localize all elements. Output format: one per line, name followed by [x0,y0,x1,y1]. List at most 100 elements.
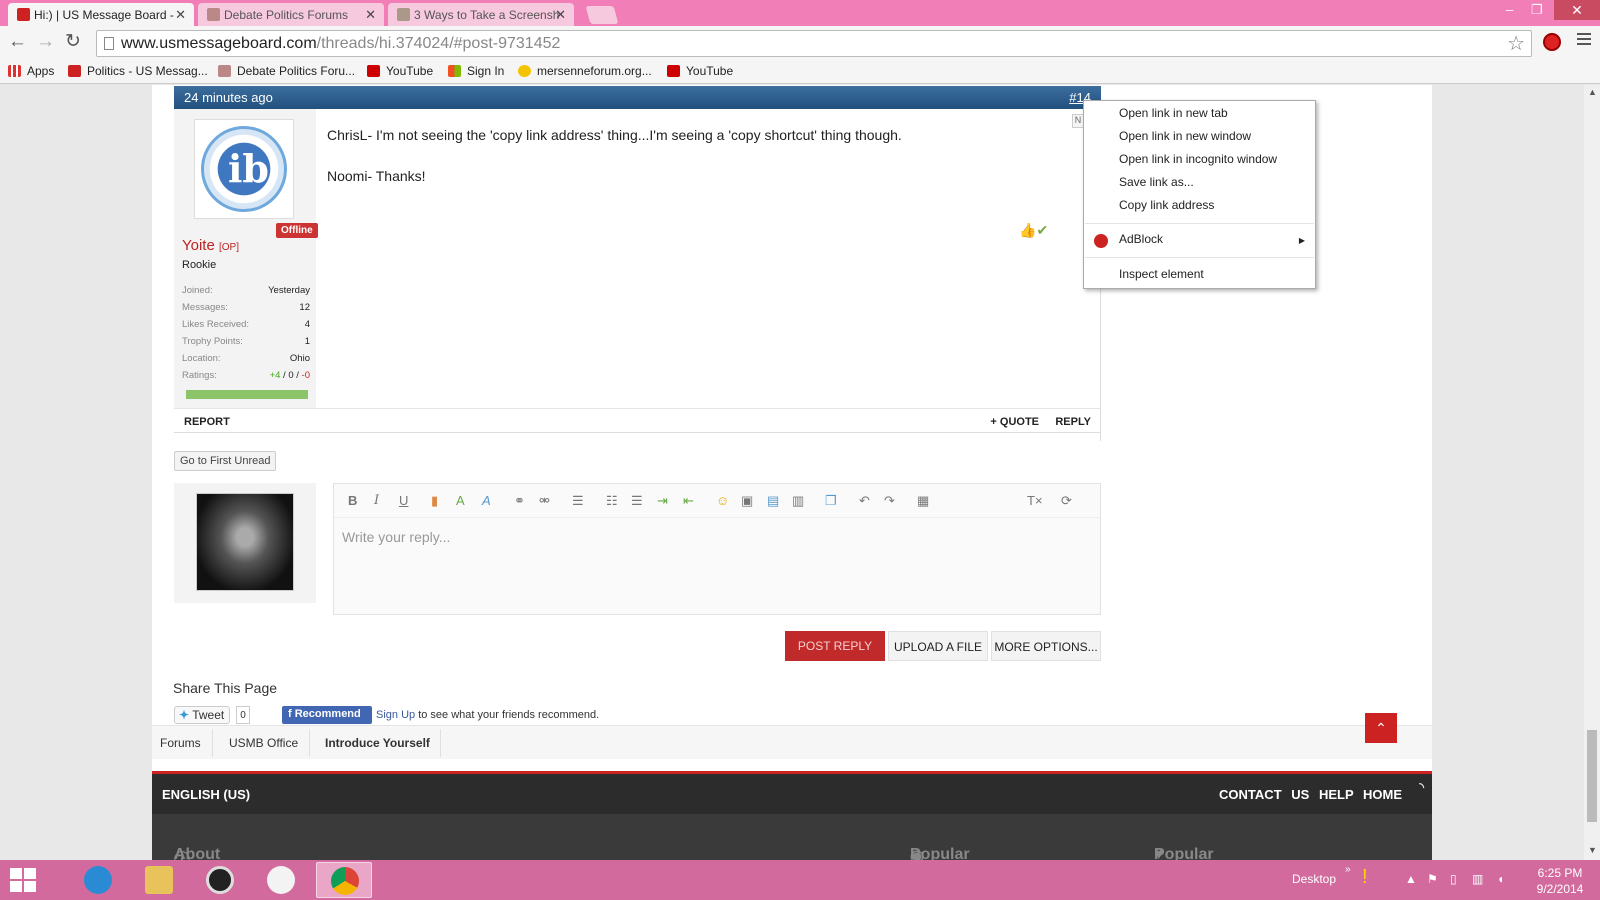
font-family-icon[interactable]: A [482,493,491,508]
bullet-list-icon[interactable]: ☷ [606,493,618,509]
taskbar-internet-explorer[interactable] [70,862,126,898]
toggle-bbcode-icon[interactable]: ⟳ [1061,493,1072,509]
redo-icon[interactable]: ↷ [884,493,895,509]
quote-icon[interactable]: ❐ [825,493,837,509]
breadcrumb-introduce-yourself[interactable]: Introduce Yourself [325,736,430,750]
breadcrumb-forums[interactable]: Forums [160,736,201,750]
reload-icon[interactable]: ↻ [65,32,81,52]
report-link[interactable]: REPORT [184,416,230,428]
menu-adblock[interactable]: AdBlock [1119,232,1163,246]
help-link[interactable]: HELP [1319,787,1353,802]
username[interactable]: Yoite [OP] [182,237,239,254]
undo-icon[interactable]: ↶ [859,493,870,509]
upload-file-button[interactable]: UPLOAD A FILE [888,631,988,661]
font-size-icon[interactable]: A [456,493,465,508]
network-icon[interactable]: ▥ [1472,872,1483,886]
tweet-button[interactable]: ✦ Tweet [174,706,230,724]
menu-open-new-window[interactable]: Open link in new window [1119,129,1251,143]
back-icon[interactable]: ← [8,32,27,52]
facebook-recommend-button[interactable]: f Recommend [282,706,372,724]
table-icon[interactable]: ▦ [917,493,929,509]
go-to-first-unread-button[interactable]: Go to First Unread [174,451,277,471]
home-link[interactable]: HOME [1363,787,1402,802]
battery-icon[interactable]: ▯ [1450,872,1457,886]
bookmark-debate-politics[interactable]: Debate Politics Foru... [218,64,355,78]
bookmark-apps[interactable]: Apps [8,64,54,78]
close-window-icon[interactable]: ✕ [1554,0,1600,20]
new-tab-button[interactable] [585,6,619,24]
reply-input[interactable]: Write your reply... [342,529,450,545]
image-icon[interactable]: ▣ [741,493,753,509]
restore-icon[interactable]: ❐ [1531,2,1543,18]
align-icon[interactable]: ☰ [572,493,584,509]
user-avatar[interactable]: ib [194,119,294,219]
windows-start-icon[interactable] [10,868,37,892]
bold-icon[interactable]: B [348,493,357,508]
bookmark-star-icon[interactable]: ☆ [1507,31,1525,56]
chrome-menu-icon[interactable] [1577,33,1591,48]
apps-grid-icon [8,65,21,77]
taskbar-file-explorer[interactable] [131,862,187,898]
scrollbar-thumb[interactable] [1587,730,1597,822]
tab-title: Hi:) | US Message Board - [34,8,174,22]
smilie-icon[interactable]: ☺ [716,493,729,508]
menu-copy-link-address[interactable]: Copy link address [1119,198,1214,212]
facebook-signup-link[interactable]: Sign Up [376,709,415,721]
menu-open-incognito[interactable]: Open link in incognito window [1119,152,1277,166]
reply-link[interactable]: REPLY [1055,416,1091,428]
tab-debate-politics[interactable]: Debate Politics Forums ✕ [198,3,384,26]
italic-icon[interactable]: I [374,493,379,508]
insert-icon[interactable]: ▥ [792,493,804,509]
tab-us-message-board[interactable]: Hi:) | US Message Board - ✕ [8,3,194,26]
bookmark-youtube-1[interactable]: YouTube [367,64,433,78]
contact-us-link[interactable]: CONTACT US [1219,787,1309,802]
scroll-down-icon[interactable]: ▼ [1588,845,1597,855]
scroll-to-top-button[interactable]: ⌃ [1365,713,1397,743]
post-time[interactable]: 24 minutes ago [184,90,273,105]
taskbar-camera-app[interactable] [192,862,248,898]
address-bar[interactable]: www.usmessageboard.com/threads/hi.374024… [96,30,1532,57]
link-icon[interactable]: ⚭ [514,493,525,509]
forward-icon[interactable]: → [36,32,55,52]
close-tab-icon[interactable]: ✕ [365,7,376,23]
underline-icon[interactable]: U [399,493,408,508]
outdent-icon[interactable]: ⇤ [683,493,694,509]
adblock-extension-icon[interactable] [1543,33,1561,51]
language-selector[interactable]: ENGLISH (US) [162,787,250,802]
rss-icon[interactable]: ◝ [1419,780,1424,794]
scroll-up-icon[interactable]: ▲ [1588,87,1597,97]
checkmark-icon[interactable]: ✔ [1036,222,1048,238]
flag-icon[interactable]: ⚑ [1427,872,1438,886]
media-icon[interactable]: ▤ [767,493,779,509]
close-tab-icon[interactable]: ✕ [175,7,186,23]
page-scrollbar[interactable]: ▲ ▼ [1584,85,1600,860]
breadcrumb-usmb-office[interactable]: USMB Office [229,736,298,750]
bookmark-youtube-2[interactable]: YouTube [667,64,733,78]
desktop-toolbar[interactable]: Desktop [1292,872,1336,886]
taskbar-hp-app[interactable] [253,862,309,898]
show-hidden-icons-icon[interactable]: ▲ [1405,872,1417,886]
unlink-icon[interactable]: ⚮ [539,493,550,509]
bookmark-sign-in[interactable]: Sign In [448,64,504,78]
tab-screenshot-article[interactable]: 3 Ways to Take a Screensh ✕ [388,3,574,26]
taskbar-chrome[interactable] [316,862,372,898]
warning-icon[interactable]: ! [1362,866,1368,889]
thumbs-up-icon[interactable]: 👍 [1019,222,1036,238]
numbered-list-icon[interactable]: ☰ [631,493,643,509]
system-clock[interactable]: 6:25 PM 9/2/2014 [1525,865,1595,897]
menu-open-new-tab[interactable]: Open link in new tab [1119,106,1228,120]
close-tab-icon[interactable]: ✕ [555,7,566,23]
indent-icon[interactable]: ⇥ [657,493,668,509]
minimize-icon[interactable]: – [1506,2,1513,17]
more-options-button[interactable]: MORE OPTIONS... [991,631,1101,661]
text-color-icon[interactable]: ▮ [431,493,438,509]
remove-format-icon[interactable]: T× [1027,493,1043,508]
bookmark-politics-usmb[interactable]: Politics - US Messag... [68,64,208,78]
expand-chevron-icon[interactable]: » [1345,864,1351,875]
quote-link[interactable]: + QUOTE [990,416,1039,428]
menu-inspect-element[interactable]: Inspect element [1119,267,1204,281]
post-reply-button[interactable]: POST REPLY [785,631,885,661]
volume-icon[interactable]: ◖ [1497,872,1504,886]
bookmark-mersenneforum[interactable]: mersenneforum.org... [518,64,652,78]
menu-save-link-as[interactable]: Save link as... [1119,175,1194,189]
